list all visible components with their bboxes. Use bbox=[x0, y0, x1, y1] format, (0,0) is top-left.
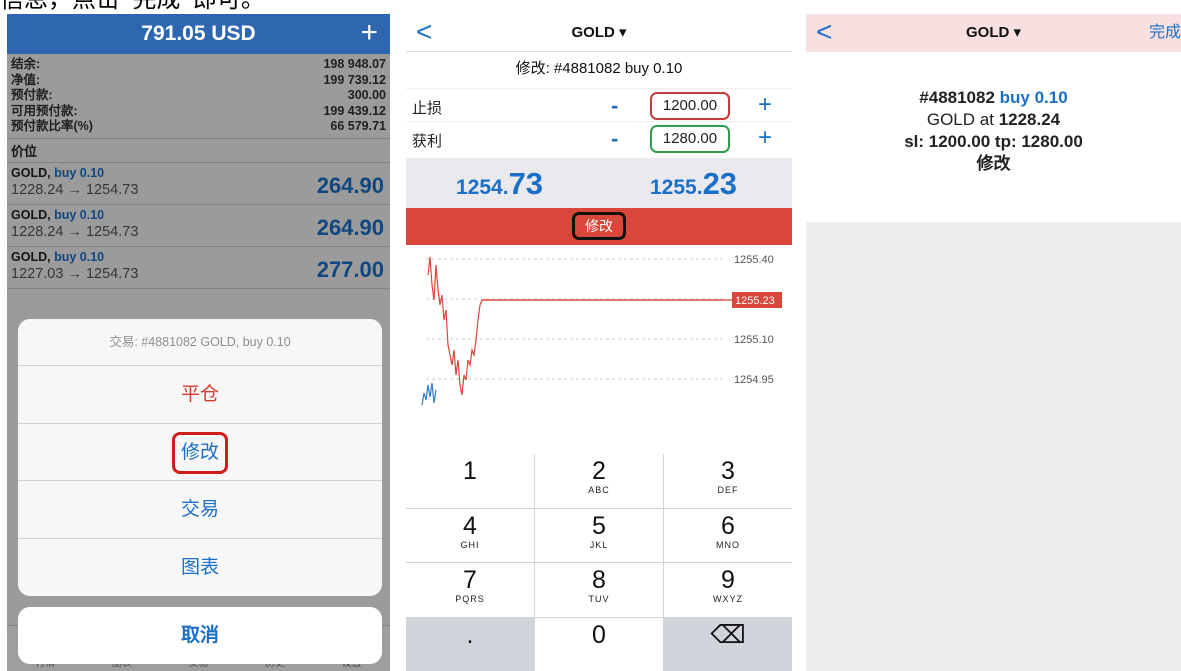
confirmation-summary: #4881082 buy 0.10 GOLD at 1228.24 sl: 12… bbox=[806, 52, 1181, 222]
key-3[interactable]: 3 DEF bbox=[664, 454, 792, 508]
key-4[interactable]: 4 GHI bbox=[406, 508, 534, 562]
key-8[interactable]: 8 TUV bbox=[535, 563, 663, 617]
cancel-button[interactable]: 取消 bbox=[18, 607, 382, 664]
tick-chart: 1255.40 1255.10 1254.95 1255.23 bbox=[406, 245, 792, 408]
confirmation-panel: < GOLD ▾ 完成 #4881082 buy 0.10 GOLD at 12… bbox=[806, 14, 1181, 671]
key-0[interactable]: 0 bbox=[535, 617, 663, 671]
take-profit-minus-button[interactable]: - bbox=[611, 126, 618, 152]
done-button[interactable]: 完成 bbox=[1149, 14, 1181, 52]
stop-loss-minus-button[interactable]: - bbox=[611, 93, 618, 119]
sltp-line: sl: 1200.00 tp: 1280.00 bbox=[904, 132, 1083, 151]
key-9[interactable]: 9 WXYZ bbox=[664, 563, 792, 617]
back-icon[interactable]: < bbox=[416, 14, 432, 50]
bid-price: 1254.73 bbox=[456, 166, 544, 201]
modify-button[interactable]: 修改 bbox=[18, 424, 382, 481]
chart-level-label: 1255.10 bbox=[734, 334, 774, 346]
positions-panel: 791.05 USD + 结余: 198 948.07 净值: 199 739.12… bbox=[7, 14, 390, 671]
screenshot-root: 信息，点击“完成”即可。 791.05 USD + 结余:198 948.07 … bbox=[0, 0, 1181, 671]
key-7[interactable]: 7 PQRS bbox=[406, 563, 534, 617]
key-6[interactable]: 6 MNO bbox=[664, 508, 792, 562]
take-profit-label: 获利 bbox=[412, 133, 443, 150]
price-line: GOLD at 1228.24 bbox=[926, 110, 1061, 129]
stop-loss-input[interactable]: 1200.00 bbox=[650, 92, 730, 120]
chart-button[interactable]: 图表 bbox=[18, 539, 382, 597]
plus-icon[interactable]: + bbox=[360, 14, 378, 52]
balance-value: 791.05 USD bbox=[141, 22, 256, 45]
action-sheet-title: 交易: #4881082 GOLD, buy 0.10 bbox=[18, 319, 382, 366]
tick-chart-svg: 1255.40 1255.10 1254.95 1255.23 bbox=[421, 254, 782, 406]
stop-loss-label: 止损 bbox=[412, 100, 443, 117]
key-5[interactable]: 5 JKL bbox=[535, 508, 663, 562]
chart-level-label: 1254.95 bbox=[734, 374, 774, 386]
key-decimal[interactable]: . bbox=[406, 617, 534, 671]
price-bar: 1254.73 1255.23 bbox=[406, 158, 792, 208]
chart-level-label: 1255.40 bbox=[734, 254, 774, 266]
modify-title: 修改: #4881082 buy 0.10 bbox=[515, 60, 683, 77]
ask-price: 1255.23 bbox=[650, 166, 738, 201]
trade-button[interactable]: 交易 bbox=[18, 481, 382, 539]
key-1[interactable]: 1 bbox=[406, 454, 534, 508]
back-icon[interactable]: < bbox=[816, 14, 832, 50]
backspace-icon[interactable]: ⌫ bbox=[664, 617, 792, 671]
balance-header: 791.05 USD + bbox=[7, 14, 390, 54]
caption-text: 信息，点击“完成”即可。 bbox=[0, 0, 265, 14]
key-2[interactable]: 2 ABC bbox=[535, 454, 663, 508]
order-line: #4881082 buy 0.10 bbox=[919, 88, 1068, 107]
take-profit-row: 获利 - 1280.00 + bbox=[406, 121, 792, 154]
take-profit-input[interactable]: 1280.00 bbox=[650, 125, 730, 153]
close-position-button[interactable]: 平仓 bbox=[18, 366, 382, 424]
nav-bar: < GOLD ▾ 完成 bbox=[806, 14, 1181, 52]
modify-submit-button[interactable]: 修改 bbox=[572, 212, 626, 240]
modify-order-panel: < GOLD ▾ 修改: #4881082 buy 0.10 止损 - 1200… bbox=[406, 14, 792, 671]
take-profit-plus-button[interactable]: + bbox=[758, 124, 772, 152]
action-sheet: 交易: #4881082 GOLD, buy 0.10 平仓 修改 交易 图表 bbox=[18, 319, 382, 596]
numeric-keypad: 1 2 ABC 3 DEF 4 GHI 5 JKL 6 MNO 7 PQRS 8 TUV 9W… bbox=[406, 454, 792, 671]
current-price-label: 1255.23 bbox=[735, 295, 775, 307]
stop-loss-row: 止损 - 1200.00 + bbox=[406, 88, 792, 121]
nav-bar: < GOLD ▾ bbox=[406, 14, 792, 52]
symbol-selector[interactable]: GOLD ▾ bbox=[571, 24, 626, 41]
stop-loss-plus-button[interactable]: + bbox=[758, 91, 772, 119]
modify-submit-bar[interactable]: 修改 bbox=[406, 208, 792, 245]
action-line: 修改 bbox=[976, 154, 1011, 173]
symbol-selector[interactable]: GOLD ▾ bbox=[966, 24, 1021, 41]
